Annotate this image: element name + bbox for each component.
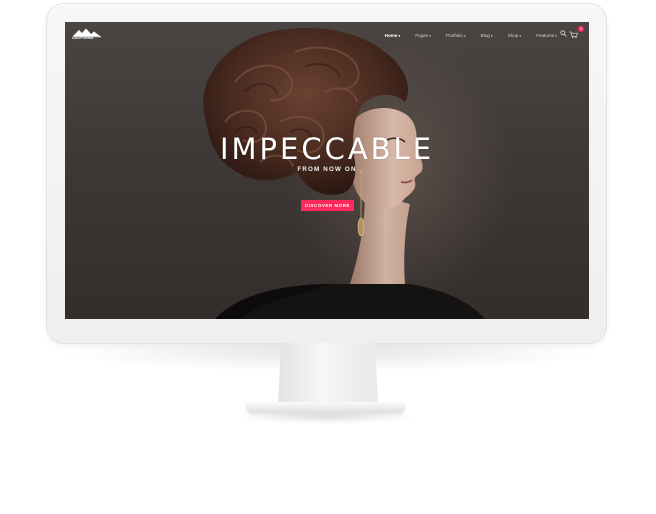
nav-item-pages[interactable]: Pages▾ (415, 33, 431, 38)
logo-text: CALIFORNIA (72, 36, 94, 40)
chevron-down-icon: ▾ (463, 33, 466, 38)
nav-item-shop[interactable]: Shop▾ (508, 33, 522, 38)
main-nav: Home▾ Pages▾ Portfolio▾ Blog▾ Shop▾ Feat… (385, 31, 557, 39)
nav-label: Home (384, 32, 398, 38)
cart-count-badge: 0 (578, 26, 584, 32)
website-screen: CALIFORNIA Home▾ Pages▾ Portfolio▾ Blog▾… (65, 22, 589, 319)
discover-more-button[interactable]: DISCOVER MORE (301, 200, 354, 211)
nav-label: Pages (415, 32, 429, 38)
chevron-down-icon: ▾ (490, 33, 493, 38)
hero-subtitle: FROM NOW ON (297, 166, 357, 173)
search-icon[interactable] (560, 30, 567, 37)
nav-item-blog[interactable]: Blog▾ (481, 33, 493, 38)
chevron-down-icon: ▾ (398, 33, 401, 38)
chevron-down-icon: ▾ (519, 33, 522, 38)
nav-item-features[interactable]: Features▾ (536, 33, 557, 38)
nav-item-portfolio[interactable]: Portfolio▾ (446, 33, 466, 38)
nav-label: Portfolio (446, 32, 463, 38)
hero-title: IMPECCABLE (219, 132, 435, 166)
nav-label: Shop (507, 32, 519, 38)
chevron-down-icon: ▾ (555, 33, 557, 38)
chevron-down-icon: ▾ (429, 33, 431, 38)
monitor-stand-base (246, 402, 405, 413)
nav-item-home[interactable]: Home▾ (385, 33, 401, 38)
monitor-stand-neck (278, 343, 378, 405)
nav-label: Features (536, 32, 555, 38)
nav-label: Blog (480, 32, 490, 38)
